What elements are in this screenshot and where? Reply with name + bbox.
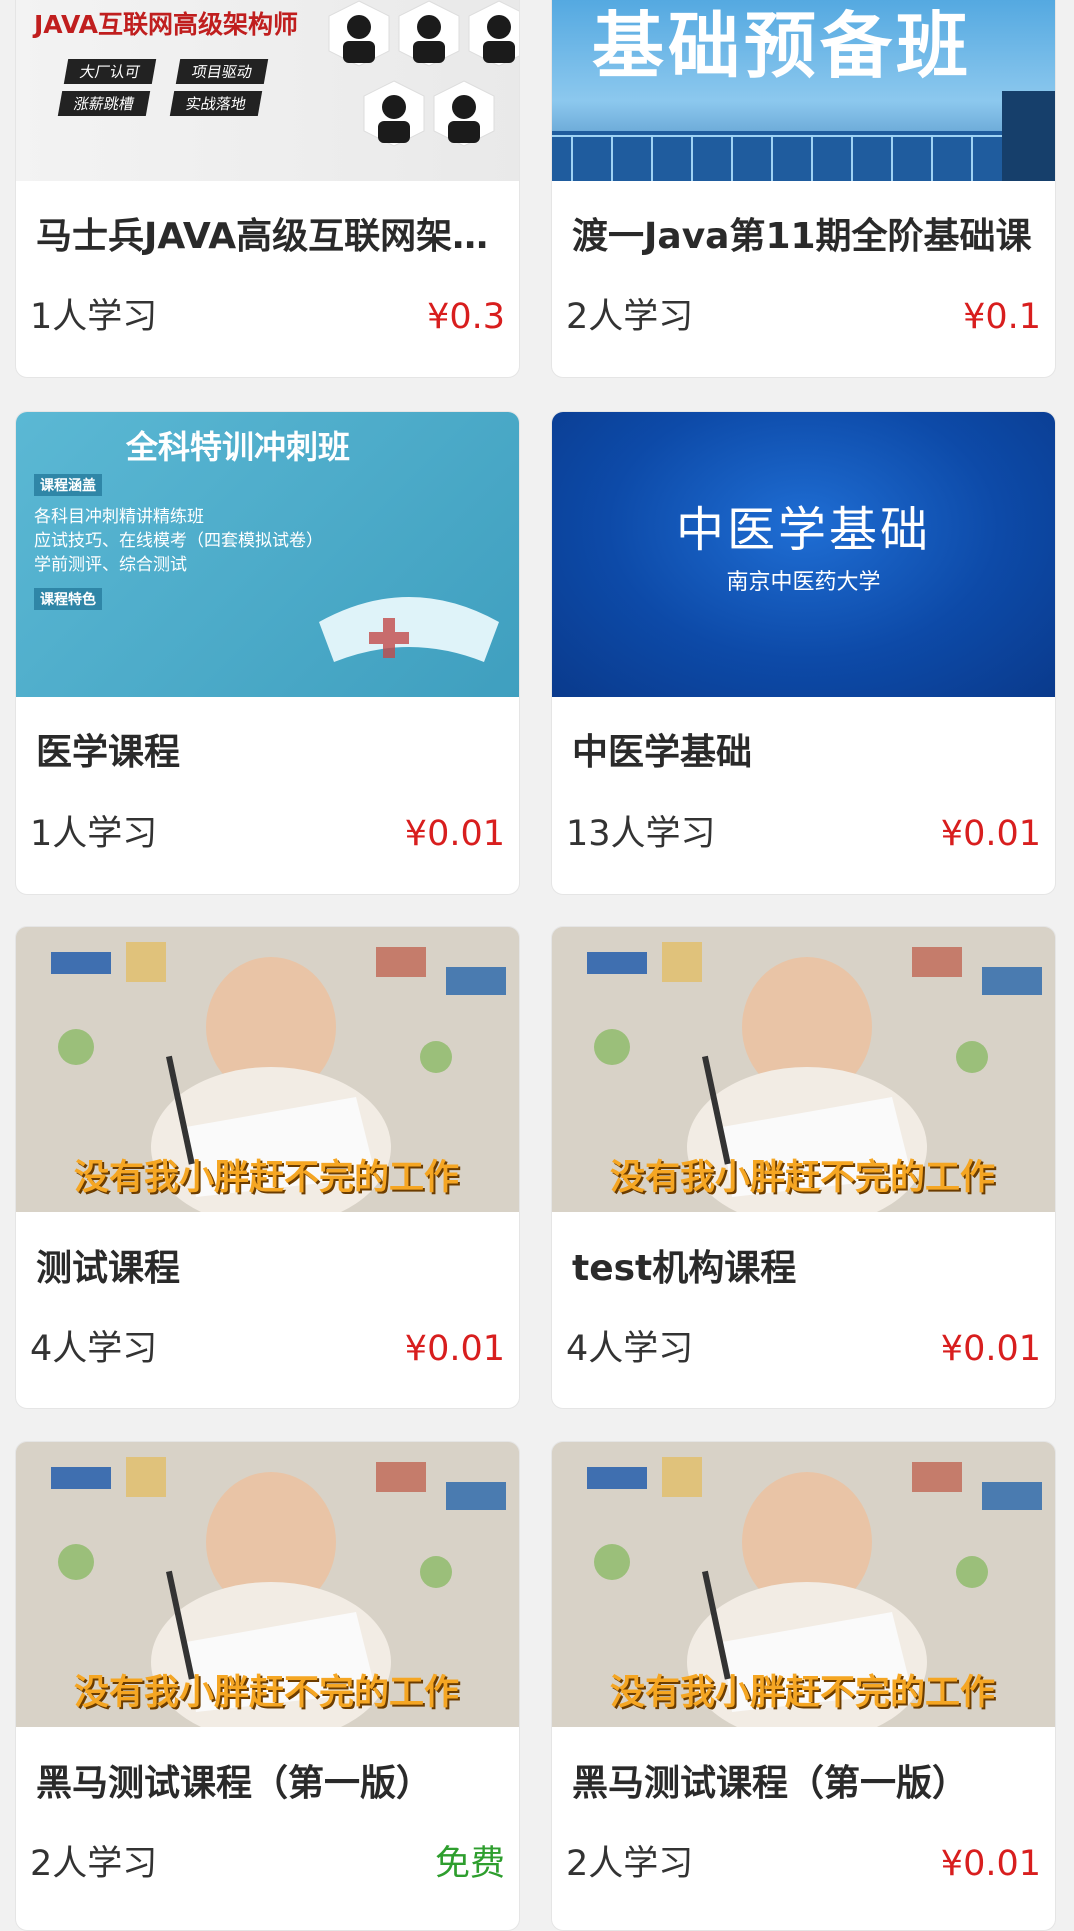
cover-text: 各科目冲刺精讲精练班 <box>34 507 204 527</box>
course-title: test机构课程 <box>572 1248 797 1289</box>
course-price: ¥0.01 <box>940 1844 1041 1884</box>
cover-headline: 全科特训冲刺班 <box>126 428 351 466</box>
course-card[interactable]: 全科特训冲刺班 课程涵盖 各科目冲刺精讲精练班 应试技巧、在线模考（四套模拟试卷… <box>15 411 520 895</box>
learner-count: 4人学习 <box>30 1329 158 1369</box>
cover-tag: 项目驱动 <box>175 59 269 84</box>
course-card[interactable]: 没有我小胖赶不完的工作 test机构课程 4人学习 ¥0.01 <box>551 926 1056 1409</box>
course-title: 测试课程 <box>36 1248 181 1289</box>
learner-count: 13人学习 <box>566 814 716 854</box>
course-title: 黑马测试课程（第一版） <box>572 1763 969 1804</box>
cover-headline: 基础预备班 <box>592 4 973 88</box>
learner-count: 1人学习 <box>30 814 158 854</box>
learner-count: 1人学习 <box>30 297 158 337</box>
cover-subtitle: 南京中医药大学 <box>726 570 881 595</box>
cover-text: 应试技巧、在线模考（四套模拟试卷） <box>34 531 323 551</box>
instructor-photos <box>328 0 519 147</box>
course-card[interactable]: 中医学基础 南京中医药大学 中医学基础 13人学习 ¥0.01 <box>551 411 1056 895</box>
course-card[interactable]: 没有我小胖赶不完的工作 黑马测试课程（第一版） 2人学习 免费 <box>15 1441 520 1931</box>
course-card[interactable]: JAVA互联网高级架构师 大厂认可 项目驱动 涨薪跳槽 实战落地 马士兵JAVA… <box>15 0 520 378</box>
cover-section-label: 课程涵盖 <box>34 474 102 496</box>
course-cover: 没有我小胖赶不完的工作 <box>552 927 1055 1212</box>
learner-count: 2人学习 <box>566 1844 694 1884</box>
mask-graphic <box>319 597 499 662</box>
course-cover: 全科特训冲刺班 课程涵盖 各科目冲刺精讲精练班 应试技巧、在线模考（四套模拟试卷… <box>16 412 519 697</box>
course-card[interactable]: 没有我小胖赶不完的工作 测试课程 4人学习 ¥0.01 <box>15 926 520 1409</box>
course-title: 渡一Java第11期全阶基础课 <box>572 216 1032 257</box>
course-title: 黑马测试课程（第一版） <box>36 1763 433 1804</box>
learner-count: 2人学习 <box>566 297 694 337</box>
course-price: ¥0.01 <box>940 1329 1041 1369</box>
cover-section-label: 课程特色 <box>34 588 102 610</box>
course-card[interactable]: 基础预备班 渡一Java第11期全阶基础课 2人学习 ¥0.1 <box>551 0 1056 378</box>
course-price: ¥0.01 <box>940 814 1041 854</box>
course-title: 马士兵JAVA高级互联网架… <box>36 216 489 257</box>
course-cover: 没有我小胖赶不完的工作 <box>552 1442 1055 1727</box>
course-price: ¥0.3 <box>427 297 505 337</box>
cover-caption: 没有我小胖赶不完的工作 <box>74 1158 460 1198</box>
learner-count: 2人学习 <box>30 1844 158 1884</box>
cover-caption: 没有我小胖赶不完的工作 <box>610 1673 996 1713</box>
cover-text: 学前测评、综合测试 <box>34 555 187 575</box>
course-title: 医学课程 <box>36 732 181 773</box>
course-cover: 中医学基础 南京中医药大学 <box>552 412 1055 697</box>
cover-headline: JAVA互联网高级架构师 <box>34 10 298 39</box>
cover-caption: 没有我小胖赶不完的工作 <box>74 1673 460 1713</box>
course-price: ¥0.01 <box>404 814 505 854</box>
course-cover: JAVA互联网高级架构师 大厂认可 项目驱动 涨薪跳槽 实战落地 <box>16 0 519 181</box>
course-cover: 没有我小胖赶不完的工作 <box>16 1442 519 1727</box>
cover-tag: 实战落地 <box>169 91 263 116</box>
cover-tag: 大厂认可 <box>63 59 157 84</box>
course-price: ¥0.1 <box>963 297 1041 337</box>
course-price: 免费 <box>434 1844 505 1884</box>
building-graphic <box>552 91 1055 181</box>
course-title: 中医学基础 <box>572 732 753 773</box>
learner-count: 4人学习 <box>566 1329 694 1369</box>
cover-headline: 中医学基础 <box>675 502 931 558</box>
cover-tag: 涨薪跳槽 <box>57 91 151 116</box>
course-card[interactable]: 没有我小胖赶不完的工作 黑马测试课程（第一版） 2人学习 ¥0.01 <box>551 1441 1056 1931</box>
course-cover: 基础预备班 <box>552 0 1055 181</box>
course-cover: 没有我小胖赶不完的工作 <box>16 927 519 1212</box>
course-price: ¥0.01 <box>404 1329 505 1369</box>
cover-caption: 没有我小胖赶不完的工作 <box>610 1158 996 1198</box>
